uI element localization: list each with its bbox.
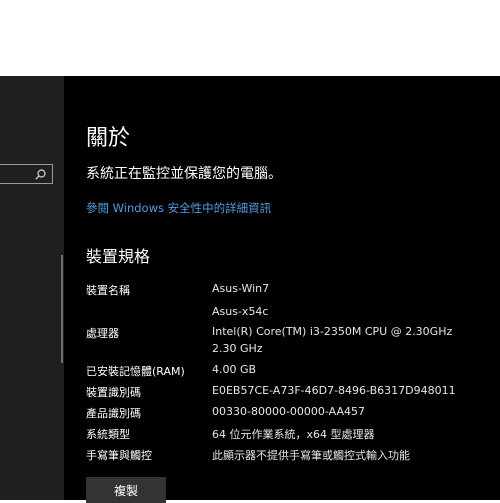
- search-input[interactable]: [0, 164, 53, 184]
- spec-value: Asus-Win7: [212, 282, 270, 295]
- spec-label: 產品識別碼: [86, 407, 141, 420]
- spec-label: 處理器: [86, 327, 119, 340]
- spec-label: 手寫筆與觸控: [86, 449, 152, 462]
- device-specs-heading: 裝置規格: [86, 247, 151, 266]
- spec-value: 此顯示器不提供手寫筆或觸控式輸入功能: [212, 449, 410, 462]
- spec-value: 64 位元作業系統，x64 型處理器: [212, 428, 375, 441]
- spec-label: 裝置識別碼: [86, 386, 141, 399]
- spec-label: 已安裝記憶體(RAM): [86, 365, 185, 378]
- spec-value: 2.30 GHz: [212, 342, 263, 355]
- top-window-area: [0, 0, 500, 76]
- security-details-link[interactable]: 參閱 Windows 安全性中的詳細資訊: [86, 200, 271, 216]
- copy-button[interactable]: 複製: [86, 477, 166, 503]
- spec-value: Asus-x54c: [212, 305, 269, 318]
- spec-value: 00330-80000-00000-AA457: [212, 405, 365, 418]
- protection-status-text: 系統正在監控並保護您的電腦。: [86, 166, 282, 182]
- spec-label: 裝置名稱: [86, 284, 130, 297]
- sidebar-scrollbar[interactable]: [61, 255, 63, 363]
- settings-sidebar: [0, 76, 64, 500]
- spec-value: 4.00 GB: [212, 363, 257, 376]
- about-page: 關於 系統正在監控並保護您的電腦。 參閱 Windows 安全性中的詳細資訊 裝…: [64, 76, 500, 503]
- search-icon[interactable]: [35, 169, 46, 180]
- spec-label: 系統類型: [86, 428, 130, 441]
- spec-value: E0EB57CE-A73F-46D7-8496-B6317D948011: [212, 384, 456, 397]
- spec-value: Intel(R) Core(TM) i3-2350M CPU @ 2.30GHz: [212, 325, 453, 338]
- page-title: 關於: [86, 126, 131, 151]
